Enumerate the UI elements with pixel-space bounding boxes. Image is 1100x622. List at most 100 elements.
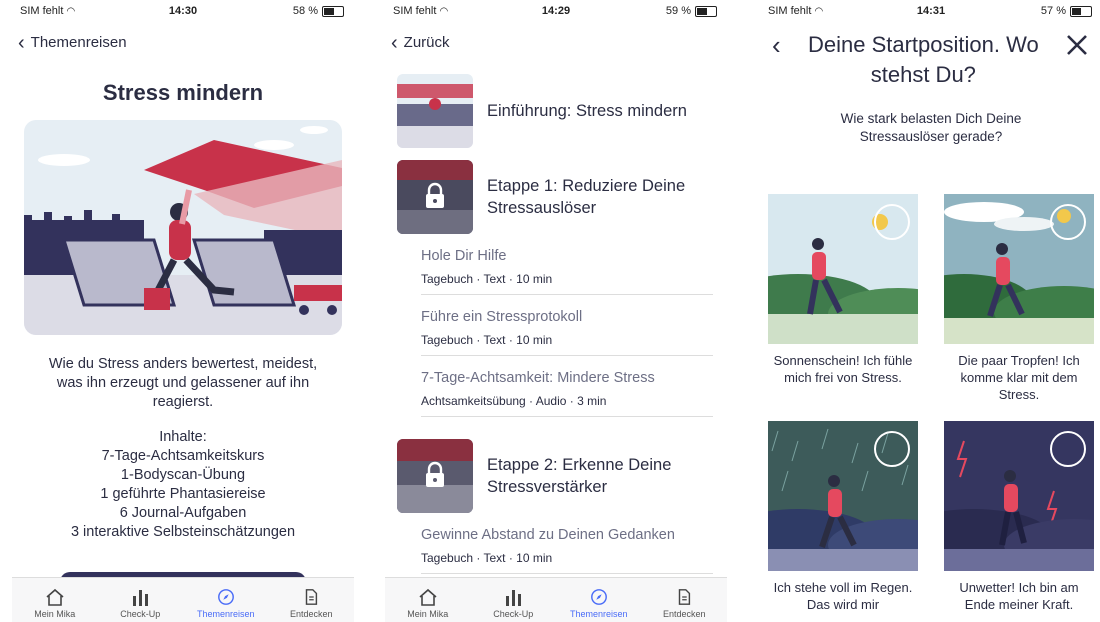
contents-item: 1-Bodyscan-Übung — [120, 467, 246, 483]
lesson-meta: Achtsamkeitsübung · Audio · 3 min — [421, 394, 607, 408]
contents-list: Inhalte: 7-Tage-Achtsamkeitskurs 1-Bodys… — [12, 428, 354, 542]
intro-title: Einführung: Stress mindern — [487, 102, 687, 120]
stage-1-title: Etappe 1: Reduziere Deine Stressauslöser — [487, 177, 686, 217]
question-header: ‹ Deine Startposition. Wo stehst Du? — [760, 30, 1100, 90]
back-button[interactable]: ‹ Themenreisen — [18, 31, 127, 54]
lesson-item[interactable]: 7-Tage-Achtsamkeit: Mindere Stress Achts… — [421, 356, 713, 417]
option-illustration-sunshine — [768, 194, 918, 344]
tab-entdecken[interactable]: Entdecken — [642, 578, 728, 622]
battery-icon — [1070, 5, 1092, 17]
answer-option[interactable]: Unwetter! Ich bin am Ende meiner Kraft. — [944, 421, 1094, 613]
radio-button[interactable] — [874, 204, 910, 240]
option-illustration-drizzle — [944, 194, 1094, 344]
option-caption: Ich stehe voll im Regen. Das wird mir — [773, 580, 913, 612]
lesson-item[interactable]: Gewinne Abstand zu Deinen Gedanken Tageb… — [421, 513, 713, 574]
tab-mein-mika[interactable]: Mein Mika — [385, 578, 471, 622]
lesson-title: Hole Dir Hilfe — [421, 248, 507, 264]
stage-2-header[interactable]: Etappe 2: Erkenne Deine Stressverstärker — [397, 439, 717, 513]
status-bar: SIM fehlt ◠ 14:31 57 % — [760, 0, 1100, 22]
close-button[interactable] — [1062, 30, 1100, 61]
tab-bar: Mein Mika Check-Up Themenreisen Entdecke… — [385, 577, 727, 622]
battery-indicator: 57 % — [1041, 5, 1092, 17]
answer-option[interactable]: Die paar Tropfen! Ich komme klar mit dem… — [944, 194, 1094, 403]
tab-themenreisen[interactable]: Themenreisen — [183, 578, 269, 622]
bar-chart-icon — [506, 590, 522, 606]
tab-bar: Mein Mika Check-Up Themenreisen Entdecke… — [12, 577, 354, 622]
close-icon — [1067, 35, 1087, 55]
contents-item: 3 interaktive Selbsteinschätzungen — [70, 524, 296, 540]
status-bar: SIM fehlt ◠ 14:29 59 % — [385, 0, 727, 22]
tab-mein-mika[interactable]: Mein Mika — [12, 578, 98, 622]
tab-label: Entdecken — [289, 609, 333, 619]
navigation-bar: ‹ Themenreisen — [12, 22, 354, 58]
lesson-meta: Tagebuch · Text · 10 min — [421, 551, 553, 565]
theme-description: Wie du Stress anders bewertest, meidest,… — [48, 356, 318, 410]
back-label: Zurück — [403, 34, 450, 51]
back-label: Themenreisen — [30, 34, 127, 51]
tab-check-up[interactable]: Check-Up — [98, 578, 184, 622]
stage-1-header[interactable]: Etappe 1: Reduziere Deine Stressauslöser — [397, 160, 717, 234]
stage-1-thumbnail — [397, 160, 473, 234]
lesson-meta: Tagebuch · Text · 10 min — [421, 272, 553, 286]
tab-themenreisen[interactable]: Themenreisen — [556, 578, 642, 622]
intro-thumbnail — [397, 74, 473, 148]
answer-option[interactable]: Ich stehe voll im Regen. Das wird mir — [768, 421, 918, 613]
stage-2-lessons: Gewinne Abstand zu Deinen Gedanken Tageb… — [385, 513, 727, 574]
compass-icon — [217, 589, 234, 605]
navigation-bar: ‹ Zurück — [385, 22, 727, 58]
contents-item: 1 geführte Phantasiereise — [100, 486, 266, 502]
lesson-title: Führe ein Stressprotokoll — [421, 309, 583, 325]
lesson-title: Gewinne Abstand zu Deinen Gedanken — [421, 527, 675, 543]
option-caption: Sonnenschein! Ich fühle mich frei von St… — [773, 353, 913, 385]
lesson-title: 7-Tage-Achtsamkeit: Mindere Stress — [421, 370, 655, 386]
tab-check-up[interactable]: Check-Up — [471, 578, 557, 622]
battery-indicator: 59 % — [666, 5, 717, 17]
stage-2-thumbnail — [397, 439, 473, 513]
back-button[interactable]: ‹ Zurück — [391, 31, 450, 54]
screen-theme-overview: SIM fehlt ◠ 14:30 58 % ‹ Themenreisen St… — [12, 0, 354, 622]
home-icon — [46, 588, 64, 606]
back-button[interactable]: ‹ — [760, 30, 785, 60]
page-title: Stress mindern — [102, 80, 264, 105]
option-caption: Die paar Tropfen! Ich komme klar mit dem… — [958, 353, 1080, 402]
tab-label: Themenreisen — [569, 609, 628, 619]
compass-icon — [590, 589, 607, 605]
tab-label: Mein Mika — [34, 609, 76, 619]
answer-option[interactable]: Sonnenschein! Ich fühle mich frei von St… — [768, 194, 918, 403]
tab-label: Mein Mika — [407, 609, 449, 619]
tab-label: Entdecken — [662, 609, 706, 619]
stage-2-title: Etappe 2: Erkenne Deine Stressverstärker — [487, 456, 672, 496]
status-bar: SIM fehlt ◠ 14:30 58 % — [12, 0, 354, 22]
tab-entdecken[interactable]: Entdecken — [269, 578, 355, 622]
battery-icon — [695, 5, 717, 17]
lesson-item[interactable]: Führe ein Stressprotokoll Tagebuch · Tex… — [421, 295, 713, 356]
chevron-left-icon: ‹ — [772, 30, 781, 60]
question-subtitle: Wie stark belasten Dich Deine Stressausl… — [840, 111, 1022, 144]
page-title: Deine Startposition. Wo stehst Du? — [807, 32, 1039, 87]
tab-label: Check-Up — [120, 609, 161, 619]
lesson-meta: Tagebuch · Text · 10 min — [421, 333, 553, 347]
tab-label: Check-Up — [493, 609, 534, 619]
contents-item: 7-Tage-Achtsamkeitskurs — [101, 448, 265, 464]
tab-label: Themenreisen — [196, 609, 255, 619]
battery-indicator: 58 % — [293, 5, 344, 17]
intro-item[interactable]: Einführung: Stress mindern — [397, 74, 717, 148]
screen-stage-list: SIM fehlt ◠ 14:29 59 % ‹ Zurück Einführu… — [385, 0, 727, 622]
radio-button[interactable] — [874, 431, 910, 467]
chevron-left-icon: ‹ — [391, 31, 398, 54]
radio-button[interactable] — [1050, 204, 1086, 240]
hero-illustration — [24, 120, 342, 335]
lesson-item[interactable]: Hole Dir Hilfe Tagebuch · Text · 10 min — [421, 234, 713, 295]
option-illustration-storm — [944, 421, 1094, 571]
option-caption: Unwetter! Ich bin am Ende meiner Kraft. — [959, 580, 1079, 612]
bar-chart-icon — [133, 590, 149, 606]
chevron-left-icon: ‹ — [18, 31, 25, 54]
lock-icon — [426, 182, 444, 208]
document-icon — [306, 589, 318, 605]
screen-self-assessment: SIM fehlt ◠ 14:31 57 % ‹ Deine Startposi… — [760, 0, 1100, 622]
lock-icon — [426, 461, 444, 487]
contents-item: 6 Journal-Aufgaben — [119, 505, 247, 521]
battery-icon — [322, 5, 344, 17]
radio-button[interactable] — [1050, 431, 1086, 467]
contents-heading: Inhalte: — [159, 429, 207, 445]
